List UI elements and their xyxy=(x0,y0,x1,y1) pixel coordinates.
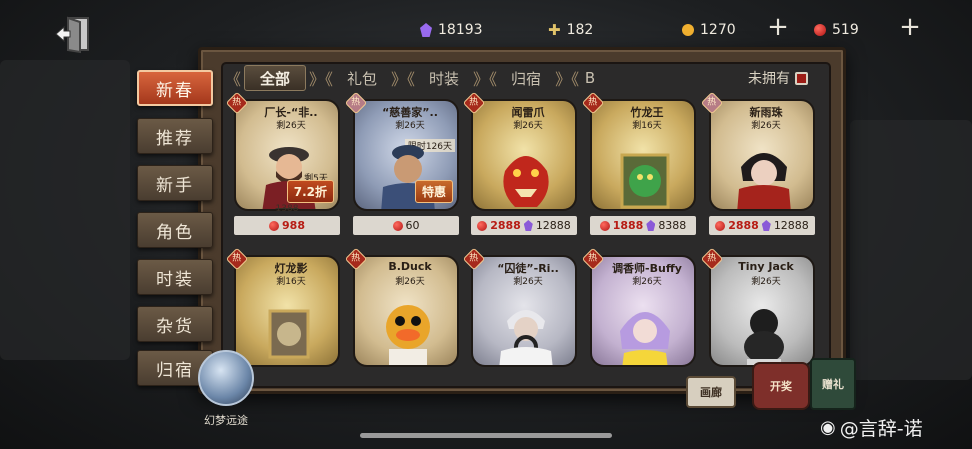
clue-gem-icon xyxy=(523,220,533,231)
gallery-button[interactable]: 画廊 xyxy=(686,376,736,408)
filter-tab-costumes[interactable]: 时装 xyxy=(418,65,470,91)
character-figure-icon xyxy=(620,312,670,365)
red-dragon-icon xyxy=(503,156,549,207)
card-name: B.Duck xyxy=(388,260,432,273)
unowned-checkbox[interactable] xyxy=(795,71,808,85)
card-name: Tiny Jack xyxy=(738,260,794,273)
clue-price: 12888 xyxy=(773,219,809,232)
duck-mask-icon xyxy=(386,305,430,365)
card-remaining: 剩26天 xyxy=(395,277,425,287)
red-coin-icon xyxy=(392,220,403,231)
weibo-icon: ◉ xyxy=(820,417,836,438)
card-remaining: 剩26天 xyxy=(751,121,781,131)
echoes-value: 1270 xyxy=(700,22,736,38)
home-indicator[interactable] xyxy=(360,433,612,438)
coin-price: 988 xyxy=(282,219,305,232)
watermark-text: @言辞-诺 xyxy=(839,418,923,440)
red-coin-icon xyxy=(599,220,610,231)
price-bar: 2888 12888 xyxy=(471,216,577,235)
open-pack-button[interactable]: 开奖 xyxy=(752,362,810,410)
coins-value: 519 xyxy=(832,22,859,38)
nav-new-year[interactable]: 新春 xyxy=(137,70,213,106)
green-dragon-icon xyxy=(620,153,670,209)
currency-fragments: ✚ 182 xyxy=(548,18,593,42)
background-figure xyxy=(850,120,972,380)
coin-price: 2888 xyxy=(728,219,759,232)
card-remaining: 剩26天 xyxy=(276,121,306,131)
clues-value: 18193 xyxy=(438,22,483,38)
black-duck-figure-icon xyxy=(744,309,784,365)
filter-tab-packs[interactable]: 礼包 xyxy=(336,65,388,91)
exit-door-icon xyxy=(55,16,89,54)
clue-gem-icon xyxy=(761,220,771,231)
coin-price: 60 xyxy=(405,219,420,232)
background-shelf xyxy=(0,60,130,360)
red-coin-icon xyxy=(269,220,280,231)
clue-price: 8388 xyxy=(658,219,687,232)
card-portrait: “慈善家”.. 剩26天 限时126天 特惠 xyxy=(353,99,459,211)
card-remaining: 剩16天 xyxy=(276,277,306,287)
coin-price: 2888 xyxy=(490,219,521,232)
card-remaining: 剩26天 xyxy=(632,277,662,287)
unowned-filter-toggle[interactable]: 未拥有 xyxy=(748,68,808,88)
card-remaining: 剩26天 xyxy=(395,121,425,131)
red-coin-icon xyxy=(715,220,726,231)
nav-newbie[interactable]: 新手 xyxy=(137,165,213,201)
echo-coin-icon xyxy=(682,24,694,36)
fragments-value: 182 xyxy=(566,22,594,38)
clue-gem-icon xyxy=(646,220,656,231)
filter-tab-home[interactable]: 归宿 xyxy=(500,65,552,91)
card-remaining: 剩16天 xyxy=(632,121,662,131)
price-bar: 988 xyxy=(234,216,340,235)
nav-recommended[interactable]: 推荐 xyxy=(137,118,213,154)
card-portrait: 闻雷爪 剩26天 xyxy=(471,99,577,211)
add-echoes-button[interactable]: + xyxy=(766,14,790,40)
crystal-orb-icon xyxy=(198,350,254,406)
red-coin-icon xyxy=(814,24,826,36)
price-bar: 2888 12888 xyxy=(709,216,815,235)
nav-characters[interactable]: 角色 xyxy=(137,212,213,248)
price-bar: 60 xyxy=(353,216,459,235)
filter-tab-more[interactable]: B xyxy=(582,65,598,91)
discount-badge: 7.2折 xyxy=(286,180,334,203)
unowned-filter-label: 未拥有 xyxy=(748,71,790,87)
price-bar: 1888 8388 xyxy=(590,216,696,235)
character-figure-icon xyxy=(737,153,791,209)
nav-misc[interactable]: 杂货 xyxy=(137,306,213,342)
currency-clues: 18193 xyxy=(420,18,483,42)
card-portrait: 新雨珠 剩26天 xyxy=(709,99,815,211)
watermark: ◉ @言辞-诺 xyxy=(820,414,923,441)
card-portrait: B.Duck 剩26天 xyxy=(353,255,459,367)
game-screen: 18193 ✚ 182 1270 + 519 + 《 全部 》《 礼包 》《 时… xyxy=(0,0,972,449)
filter-tab-bar: 《 全部 》《 礼包 》《 时装 》《 归宿 》《 B xyxy=(222,63,822,93)
card-remaining: 剩26天 xyxy=(513,121,543,131)
nav-costumes[interactable]: 时装 xyxy=(137,259,213,295)
card-remaining: 剩26天 xyxy=(751,277,781,287)
clue-gem-icon xyxy=(420,23,432,37)
card-portrait: Tiny Jack 剩26天 xyxy=(709,255,815,367)
original-price: 1388 xyxy=(275,204,299,214)
add-coins-button[interactable]: + xyxy=(898,14,922,40)
filter-tab-all[interactable]: 全部 xyxy=(244,65,307,91)
clue-price: 12888 xyxy=(535,219,571,232)
character-figure-icon xyxy=(499,310,553,365)
coin-price: 1888 xyxy=(612,219,644,232)
card-portrait: 调香师-Buffy 剩26天 xyxy=(590,255,696,367)
card-portrait: 厂长-“非.. 剩26天 剩5天 7.2折 xyxy=(234,99,340,211)
currency-coins: 519 xyxy=(814,18,859,42)
special-offer-badge: 特惠 xyxy=(414,180,453,203)
card-portrait: “囚徒”-Ri.. 剩26天 xyxy=(471,255,577,367)
puzzle-piece-icon: ✚ xyxy=(548,21,561,39)
card-portrait: 竹龙王 剩16天 xyxy=(590,99,696,211)
fantasy-journey-label: 幻梦远途 xyxy=(204,414,248,427)
currency-echoes: 1270 xyxy=(682,18,736,42)
gift-button[interactable]: 赠礼 xyxy=(810,358,856,410)
card-remaining: 剩26天 xyxy=(513,277,543,287)
lantern-pendant-icon xyxy=(268,309,310,359)
exit-door-button[interactable] xyxy=(54,14,94,54)
red-coin-icon xyxy=(477,220,488,231)
fantasy-journey-button[interactable]: 幻梦远途 xyxy=(196,350,256,430)
